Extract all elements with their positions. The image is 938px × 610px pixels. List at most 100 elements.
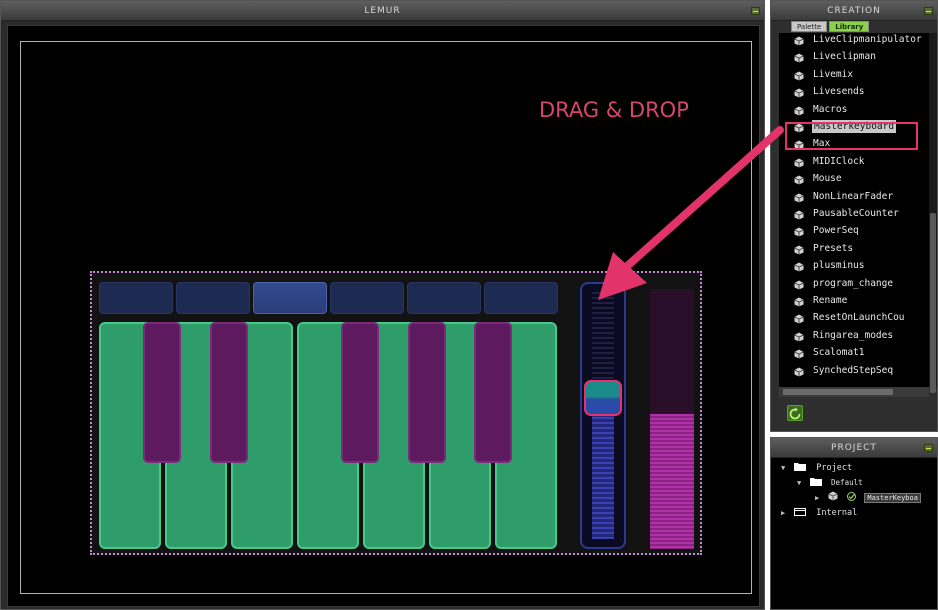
creation-tabs: Palette Library	[771, 21, 937, 33]
creation-minimize-button[interactable]	[924, 7, 933, 15]
project-titlebar: PROJECT	[771, 438, 937, 458]
library-item[interactable]: NonLinearFader	[779, 188, 929, 205]
creation-panel: CREATION Palette Library LiveClipmanipul…	[770, 0, 938, 432]
module-icon	[794, 52, 804, 63]
black-key-c-sharp[interactable]	[143, 322, 181, 463]
library-item[interactable]: SynchedStepSeq	[779, 362, 929, 379]
module-icon	[794, 35, 804, 46]
library-item[interactable]: Presets	[779, 240, 929, 257]
library-item[interactable]: Liveclipman	[779, 48, 929, 65]
refresh-button[interactable]	[787, 405, 803, 421]
library-item-label: program_change	[813, 277, 894, 289]
black-key-a-sharp[interactable]	[474, 322, 512, 463]
collapsed-arrow-icon[interactable]: ▶	[815, 491, 823, 505]
tree-label-masterkeyboard: MasterKeyboa	[864, 493, 921, 503]
library-item-label: PowerSeq	[813, 225, 859, 237]
preset-button-6[interactable]	[484, 282, 558, 314]
lemur-titlebar: LEMUR	[1, 1, 764, 21]
preset-button-3[interactable]	[253, 282, 327, 314]
library-item-label: LiveClipmanipulator	[813, 34, 922, 45]
tree-label-project: Project	[816, 463, 853, 473]
masterkeyboard-module[interactable]	[90, 271, 702, 555]
library-item-label: plusminus	[813, 260, 865, 272]
library-horizontal-scrollbar[interactable]	[779, 387, 929, 397]
collapsed-arrow-icon[interactable]: ▶	[781, 506, 789, 520]
module-icon	[794, 174, 804, 185]
preset-button-5[interactable]	[407, 282, 481, 314]
library-item-label: ResetOnLaunchCou	[813, 312, 905, 324]
fader-handle[interactable]	[584, 380, 622, 416]
folder-icon	[794, 462, 807, 471]
library-item-label: Ringarea_modes	[813, 329, 894, 341]
module-icon	[794, 296, 804, 307]
module-icon	[794, 244, 804, 255]
library-item[interactable]: Mouse	[779, 170, 929, 187]
project-minimize-button[interactable]	[924, 444, 933, 452]
library-item-label: Liveclipman	[813, 51, 876, 63]
library-scroll-thumb[interactable]	[930, 213, 936, 393]
library-hscroll-thumb[interactable]	[783, 389, 893, 395]
library-item-label: SynchedStepSeq	[813, 364, 894, 376]
black-key-g-sharp[interactable]	[408, 322, 446, 463]
library-item[interactable]: Livemix	[779, 66, 929, 83]
level-meter-fill	[650, 413, 694, 549]
creation-titlebar: CREATION	[771, 1, 937, 21]
library-item[interactable]: Ringarea_modes	[779, 327, 929, 344]
library-item[interactable]: ResetOnLaunchCou	[779, 309, 929, 326]
module-icon	[794, 70, 804, 81]
module-icon	[794, 87, 804, 98]
library-item[interactable]: Scalomat1	[779, 344, 929, 361]
lemur-minimize-button[interactable]	[751, 7, 760, 15]
drag-drop-annotation: DRAG & DROP	[539, 98, 689, 122]
library-item[interactable]: LiveClipmanipulator	[779, 33, 929, 48]
tab-library[interactable]: Library	[829, 21, 870, 32]
module-icon	[828, 491, 838, 501]
library-item[interactable]: plusminus	[779, 257, 929, 274]
library-item[interactable]: PowerSeq	[779, 222, 929, 239]
lemur-title: LEMUR	[364, 6, 401, 16]
library-item[interactable]: PausableCounter	[779, 205, 929, 222]
library-item[interactable]: Macros	[779, 101, 929, 118]
library-item[interactable]: Rename	[779, 292, 929, 309]
expanded-arrow-icon[interactable]: ▼	[781, 461, 789, 475]
library-item[interactable]: Livesends	[779, 83, 929, 100]
preset-button-2[interactable]	[176, 282, 250, 314]
folder-icon	[809, 477, 822, 486]
tree-item-project[interactable]: ▼ Project	[781, 461, 852, 475]
library-item-label: Rename	[813, 295, 848, 306]
project-panel: PROJECT ▼ Project ▼ Default ▶ MasterKeyb…	[770, 437, 938, 610]
module-icon	[794, 226, 804, 237]
lemur-panel: LEMUR	[0, 0, 765, 610]
tree-label-internal: Internal	[816, 508, 858, 518]
black-key-f-sharp[interactable]	[341, 322, 379, 463]
tab-palette[interactable]: Palette	[791, 21, 828, 32]
velocity-fader[interactable]	[580, 282, 626, 549]
black-key-d-sharp[interactable]	[210, 322, 248, 463]
preset-button-4[interactable]	[330, 282, 404, 314]
module-icon	[794, 279, 804, 290]
module-icon	[794, 192, 804, 203]
library-item[interactable]: program_change	[779, 275, 929, 292]
library-item-label: Mouse	[813, 173, 842, 185]
drag-source-highlight	[785, 122, 918, 150]
module-icon	[794, 105, 804, 116]
library-item-label: Macros	[813, 103, 848, 115]
internal-icon	[794, 507, 807, 516]
tree-item-internal[interactable]: ▶ Internal	[781, 506, 857, 520]
project-title: PROJECT	[831, 443, 877, 453]
library-item[interactable]: MIDIClock	[779, 153, 929, 170]
library-item-label: Scalomat1	[813, 347, 865, 359]
library-vertical-scrollbar[interactable]	[929, 33, 937, 393]
library-item-label: NonLinearFader	[813, 190, 894, 202]
tree-item-default[interactable]: ▼ Default	[797, 476, 863, 490]
library-list[interactable]: LiveClipmanipulator Liveclipman Livemix Liv…	[779, 33, 929, 387]
refresh-icon	[789, 407, 801, 420]
tree-item-masterkeyboard[interactable]: ▶ MasterKeyboa	[815, 491, 921, 505]
module-icon	[794, 157, 804, 168]
enabled-check-icon[interactable]	[847, 492, 857, 501]
library-item-label: Presets	[813, 242, 854, 254]
preset-button-1[interactable]	[99, 282, 173, 314]
level-meter[interactable]	[650, 289, 694, 549]
expanded-arrow-icon[interactable]: ▼	[797, 476, 805, 490]
library-item-label: PausableCounter	[813, 208, 899, 219]
